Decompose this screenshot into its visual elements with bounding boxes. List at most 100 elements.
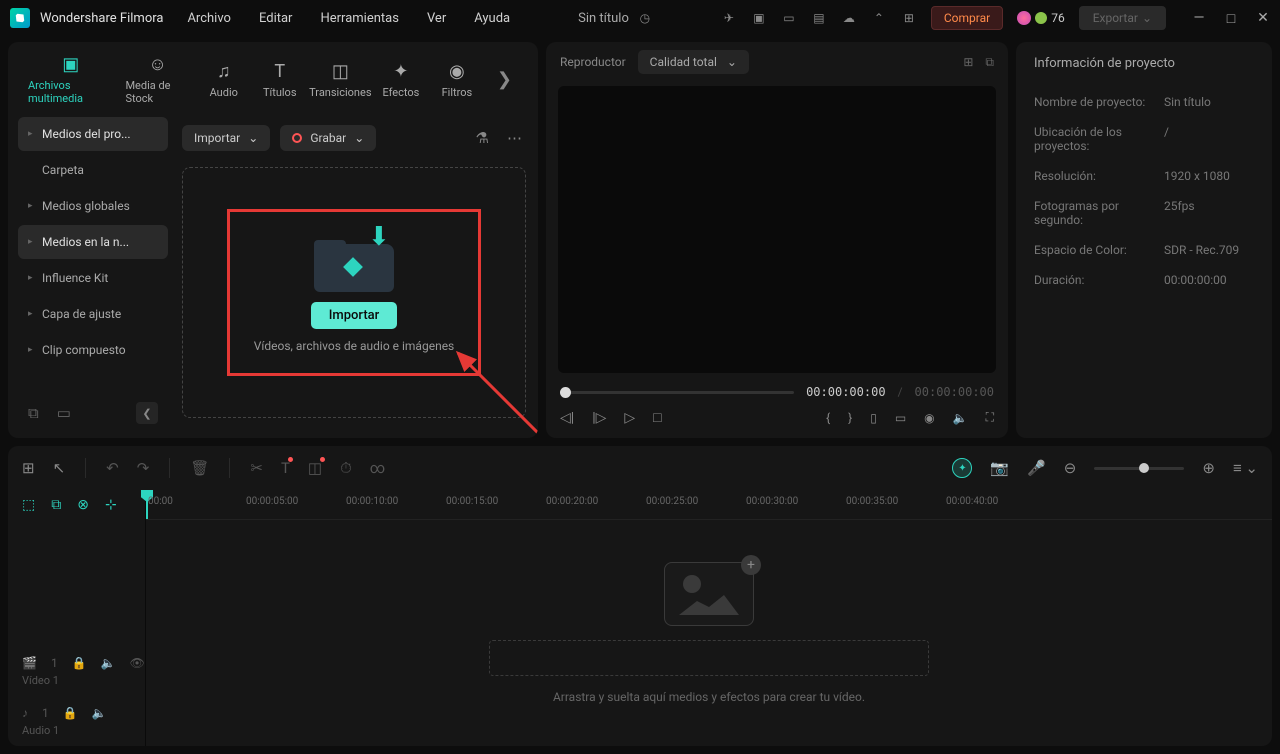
lock-tracks-icon[interactable]: ⬚ bbox=[22, 497, 35, 513]
tab-media[interactable]: ▣Archivos multimedia bbox=[28, 54, 113, 105]
camera-icon[interactable]: 📷 bbox=[990, 459, 1009, 477]
zoom-handle[interactable] bbox=[1139, 463, 1149, 473]
next-frame-button[interactable]: |▷ bbox=[592, 410, 606, 426]
buy-button[interactable]: Comprar bbox=[931, 6, 1003, 30]
audio-icon: ♫ bbox=[217, 61, 231, 82]
menu-tools[interactable]: Herramientas bbox=[320, 11, 398, 26]
sidebar-item-compound-clip[interactable]: ▸Clip compuesto bbox=[18, 333, 168, 367]
tab-transitions[interactable]: ◫Transiciones bbox=[314, 61, 367, 99]
delete-button[interactable]: 🗑 bbox=[190, 459, 209, 477]
mute-icon[interactable]: 🔈 bbox=[101, 656, 116, 670]
tab-filters[interactable]: ◉Filtros bbox=[435, 61, 479, 99]
menu-edit[interactable]: Editar bbox=[259, 11, 293, 26]
pointer-tool-icon[interactable]: ↖ bbox=[53, 459, 66, 477]
sidebar-item-influence-kit[interactable]: ▸Influence Kit bbox=[18, 261, 168, 295]
snapshot-icon[interactable]: ◉ bbox=[924, 411, 934, 425]
filter-icon[interactable]: ⚗ bbox=[472, 125, 493, 151]
play-button[interactable]: ▷ bbox=[624, 410, 635, 426]
tabs-more-button[interactable]: ❯ bbox=[491, 69, 518, 90]
menu-file[interactable]: Archivo bbox=[187, 11, 231, 26]
record-dropdown[interactable]: Grabar⌄ bbox=[280, 125, 376, 151]
chevron-right-icon: ▸ bbox=[28, 309, 34, 319]
info-value-fps: 25fps bbox=[1164, 199, 1195, 227]
audio-track-header[interactable]: ♪1🔒🔈 Audio 1 bbox=[8, 696, 145, 746]
preview-viewport[interactable] bbox=[558, 86, 996, 373]
send-icon[interactable]: ✈ bbox=[721, 10, 737, 26]
cut-tool-icon[interactable]: ✂ bbox=[250, 459, 263, 477]
lock-icon[interactable]: 🔒 bbox=[72, 656, 87, 670]
redo-button[interactable]: ↷ bbox=[137, 459, 150, 477]
menu-view[interactable]: Ver bbox=[427, 11, 446, 26]
preview-scrubber[interactable] bbox=[560, 391, 794, 394]
device-icon[interactable]: ▣ bbox=[751, 10, 767, 26]
prev-frame-button[interactable]: ◁| bbox=[560, 410, 574, 426]
media-dropzone[interactable]: ⬇ Importar Vídeos, archivos de audio e i… bbox=[182, 167, 526, 418]
more-icon[interactable]: ⋯ bbox=[503, 125, 526, 151]
sidebar-item-folder[interactable]: Carpeta bbox=[18, 153, 168, 187]
menu-help[interactable]: Ayuda bbox=[474, 11, 510, 26]
zoom-in-button[interactable]: ⊕ bbox=[1202, 459, 1215, 477]
timeline-ruler[interactable]: 00:00 00:00:05:00 00:00:10:00 00:00:15:0… bbox=[146, 490, 1272, 520]
folder-icon[interactable]: ▭ bbox=[57, 404, 71, 422]
crop-tool-icon[interactable]: ◫ bbox=[308, 459, 322, 477]
zoom-slider[interactable] bbox=[1094, 467, 1184, 470]
close-button[interactable]: ✕ bbox=[1256, 11, 1270, 25]
sidebar-item-cloud-media[interactable]: ▸Medios en la n... bbox=[18, 225, 168, 259]
volume-icon[interactable]: 🔈 bbox=[953, 411, 968, 425]
stop-button[interactable]: □ bbox=[653, 409, 661, 426]
audio-icon: ♪ bbox=[22, 706, 28, 720]
track-area[interactable]: 00:00 00:00:05:00 00:00:10:00 00:00:15:0… bbox=[146, 490, 1272, 746]
sidebar-item-global-media[interactable]: ▸Medios globales bbox=[18, 189, 168, 223]
sidebar-item-project-media[interactable]: ▸Medios del pro... bbox=[18, 117, 168, 151]
compare-view-icon[interactable]: ⧉ bbox=[985, 55, 994, 70]
tab-effects[interactable]: ✦Efectos bbox=[379, 61, 423, 99]
select-tool-icon[interactable]: ⊞ bbox=[22, 459, 35, 477]
marker-icon[interactable]: ▯ bbox=[870, 411, 877, 425]
screen-icon[interactable]: ▭ bbox=[781, 10, 797, 26]
tab-audio[interactable]: ♫Audio bbox=[202, 61, 246, 99]
credits-display[interactable]: 76 bbox=[1017, 11, 1065, 25]
timeline-dropzone[interactable]: + Arrastra y suelta aquí medios y efecto… bbox=[146, 520, 1272, 746]
timeline-settings-icon[interactable]: ≡ ⌄ bbox=[1233, 459, 1258, 477]
mark-out-icon[interactable]: } bbox=[848, 411, 852, 425]
ratio-icon[interactable]: ▭ bbox=[895, 411, 906, 425]
import-dropdown[interactable]: Importar⌄ bbox=[182, 125, 270, 151]
video-track-header[interactable]: 🎬1🔒🔈👁 Vídeo 1 bbox=[8, 646, 145, 696]
fullscreen-icon[interactable]: ⛶ bbox=[986, 410, 994, 425]
chevron-right-icon: ▸ bbox=[28, 237, 34, 247]
lock-icon[interactable]: 🔒 bbox=[63, 706, 78, 720]
import-button[interactable]: Importar bbox=[311, 302, 398, 329]
ai-button[interactable]: ✦ bbox=[952, 458, 972, 478]
cloud-icon[interactable]: ☁ bbox=[841, 10, 857, 26]
tab-titles[interactable]: TTítulos bbox=[258, 61, 302, 99]
speed-tool-icon[interactable]: ⏱ bbox=[340, 459, 352, 477]
history-icon[interactable]: ◷ bbox=[637, 10, 653, 26]
marker-track-icon[interactable]: ⊹ bbox=[105, 497, 117, 513]
link-tool-icon[interactable]: ∞ bbox=[370, 459, 385, 477]
sidebar-item-adjustment-layer[interactable]: ▸Capa de ajuste bbox=[18, 297, 168, 331]
magnet-icon[interactable]: ⊗ bbox=[77, 497, 89, 513]
save-icon[interactable]: ▤ bbox=[811, 10, 827, 26]
text-tool-icon[interactable]: T bbox=[281, 459, 290, 477]
grid-view-icon[interactable]: ⊞ bbox=[963, 55, 973, 70]
quality-select[interactable]: Calidad total⌄ bbox=[638, 50, 749, 74]
collapse-sidebar-button[interactable]: ❮ bbox=[136, 402, 158, 424]
undo-button[interactable]: ↶ bbox=[106, 459, 119, 477]
export-button[interactable]: Exportar ⌄ bbox=[1079, 6, 1166, 30]
visibility-icon[interactable]: 👁 bbox=[130, 656, 145, 670]
mic-icon[interactable]: 🎤 bbox=[1027, 459, 1046, 477]
preview-title: Reproductor bbox=[560, 55, 626, 69]
minimize-button[interactable]: — bbox=[1192, 11, 1206, 25]
tab-stock[interactable]: ☺Media de Stock bbox=[125, 54, 189, 105]
apps-icon[interactable]: ⊞ bbox=[901, 10, 917, 26]
link-tracks-icon[interactable]: ⧉ bbox=[51, 497, 61, 513]
add-bin-icon[interactable]: ⧉ bbox=[28, 404, 39, 422]
scrub-handle[interactable] bbox=[560, 387, 571, 398]
mute-icon[interactable]: 🔈 bbox=[92, 706, 107, 720]
zoom-out-button[interactable]: ⊖ bbox=[1064, 459, 1077, 477]
maximize-button[interactable]: □ bbox=[1224, 11, 1238, 25]
headphones-icon[interactable]: ⌃ bbox=[871, 10, 887, 26]
media-sidebar: ▸Medios del pro... Carpeta ▸Medios globa… bbox=[8, 113, 178, 438]
mark-in-icon[interactable]: { bbox=[826, 411, 830, 425]
timeline-drop-strip[interactable] bbox=[489, 640, 929, 676]
